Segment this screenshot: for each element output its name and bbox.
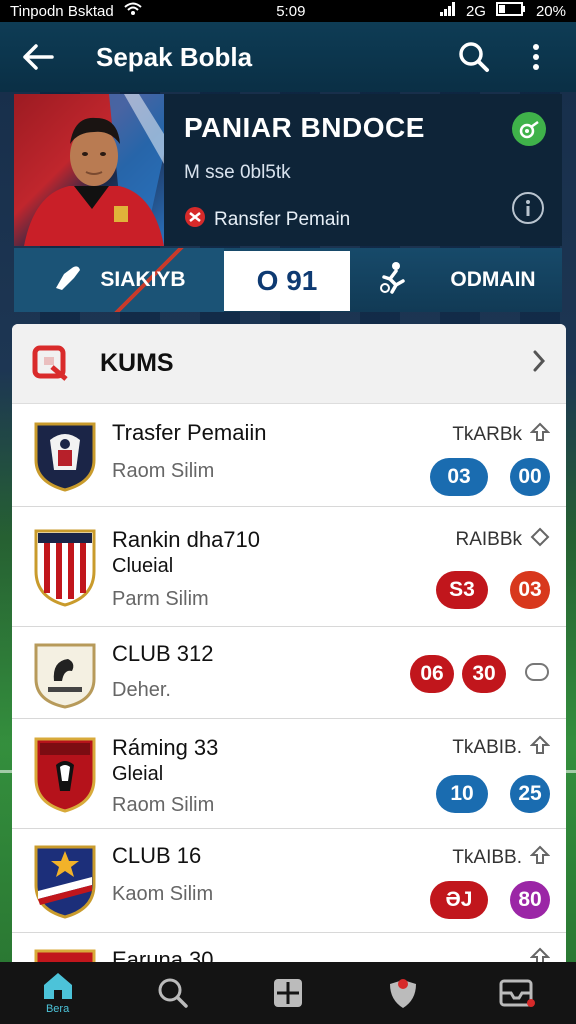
network-type: 2G (465, 2, 486, 20)
battery-percent: 20% (535, 2, 566, 20)
wifi-icon (124, 2, 142, 20)
row-tag: TkARBk (430, 422, 551, 448)
club-crest-icon (32, 735, 98, 813)
list-item[interactable]: CLUB 312 Deher. 06 30 (12, 627, 566, 719)
row-tag: TkAIBB. (430, 845, 551, 871)
tab-siakiyb[interactable]: SIAKIYB (14, 248, 224, 312)
search-icon (459, 42, 489, 72)
more-menu-button[interactable] (516, 37, 556, 77)
nav-inbox[interactable] (488, 967, 548, 1019)
shield-badge-icon (390, 979, 417, 1008)
row-tag: TkABIB. (436, 735, 551, 761)
bottom-navigation: Bera (0, 962, 576, 1024)
tab-o91[interactable]: O 91 (224, 251, 350, 311)
battery-icon (495, 2, 526, 20)
more-vertical-icon (533, 44, 539, 70)
arrow-up-icon[interactable] (529, 422, 551, 448)
list-item[interactable]: Earuna 30 (12, 933, 566, 964)
score-badge: 00 (510, 458, 550, 496)
tag-text: TkABIB. (452, 737, 522, 758)
app-bar: Sepak Bobla (0, 22, 576, 92)
transfer-link[interactable]: Ransfer Pemain (184, 206, 562, 234)
chat-bubble-icon[interactable] (524, 662, 550, 687)
list-item[interactable]: Trasfer Pemaiin Raom Silim TkARBk 03 00 (12, 404, 566, 507)
nav-home[interactable]: Bera (28, 967, 88, 1019)
back-button[interactable] (18, 37, 58, 77)
arrow-up-icon[interactable] (529, 845, 551, 871)
nav-notifications[interactable] (373, 967, 433, 1019)
score-badge: 25 (510, 775, 550, 813)
search-button[interactable] (454, 37, 494, 77)
nav-home-label: Bera (45, 1003, 70, 1015)
score-badge: 80 (510, 881, 550, 919)
club-crest-icon (32, 420, 98, 492)
tag-text: TkAIBB. (452, 847, 522, 868)
diamond-icon[interactable] (530, 527, 550, 553)
list-item[interactable]: Ráming 33 Gleial Raom Silim TkABIB. 10 2… (12, 719, 566, 829)
score-badge: ƏJ (430, 881, 488, 919)
page-title: Sepak Bobla (96, 41, 253, 72)
clock: 5:09 (276, 2, 306, 20)
chevron-right-icon[interactable] (532, 349, 546, 378)
score-badge: 06 (410, 655, 454, 693)
list-item[interactable]: Rankin dha710 Clueial Parm Silim RAIBBk … (12, 507, 566, 627)
tag-text: TkARBk (452, 424, 522, 445)
score-badge: 03 (510, 571, 550, 609)
player-kick-icon (376, 259, 412, 301)
transfer-label: Ransfer Pemain (214, 209, 351, 230)
carrier-text: Tinpodn Bsktad (10, 2, 114, 20)
home-icon (43, 973, 72, 999)
tag-text: RAIBBk (455, 529, 522, 550)
list-title: KUMS (100, 349, 174, 377)
club-crest-icon (32, 843, 98, 919)
row-tag: RAIBBk (436, 527, 550, 553)
score-badge: 30 (462, 655, 506, 693)
score-badge: S3 (436, 571, 488, 609)
list-item[interactable]: CLUB 16 Kaom Silim TkAIBB. ƏJ 80 (12, 829, 566, 933)
signal-icon (439, 2, 456, 20)
featured-player-card[interactable]: PANIAR BNDOCE M sse 0bl5tk Ransfer Pemai… (14, 94, 562, 246)
club-list-panel: KUMS Trasfer Pemaiin Raom Silim TkARBk 0… (12, 324, 566, 964)
nav-add[interactable] (258, 967, 318, 1019)
score-badge: 10 (436, 775, 488, 813)
player-photo (14, 94, 164, 246)
tab-label: O 91 (256, 265, 318, 296)
tab-label: SIAKIYB (100, 268, 186, 291)
list-header[interactable]: KUMS (12, 324, 566, 404)
tab-label: ODMAIN (450, 268, 536, 291)
nav-search[interactable] (143, 967, 203, 1019)
player-name: PANIAR BNDOCE (184, 112, 425, 143)
category-tabs: SIAKIYB O 91 ODMAIN (14, 248, 562, 312)
inbox-icon (499, 979, 536, 1007)
search-icon (158, 978, 188, 1008)
boot-icon (52, 260, 86, 300)
tab-odmain[interactable]: ODMAIN (350, 248, 562, 312)
info-icon[interactable] (512, 192, 544, 224)
status-bar: Tinpodn Bsktad 5:09 2G 20% (0, 0, 576, 22)
player-subtitle: M sse 0bl5tk (184, 162, 291, 183)
whistle-icon[interactable] (512, 112, 546, 146)
club-crest-icon (32, 641, 98, 713)
transfer-icon (184, 206, 206, 234)
arrow-up-icon[interactable] (529, 735, 551, 761)
club-crest-icon (32, 527, 98, 607)
grid-plus-icon (273, 979, 302, 1007)
score-badge: 03 (430, 458, 488, 496)
app-logo-icon (32, 345, 70, 383)
back-arrow-icon (23, 44, 54, 70)
